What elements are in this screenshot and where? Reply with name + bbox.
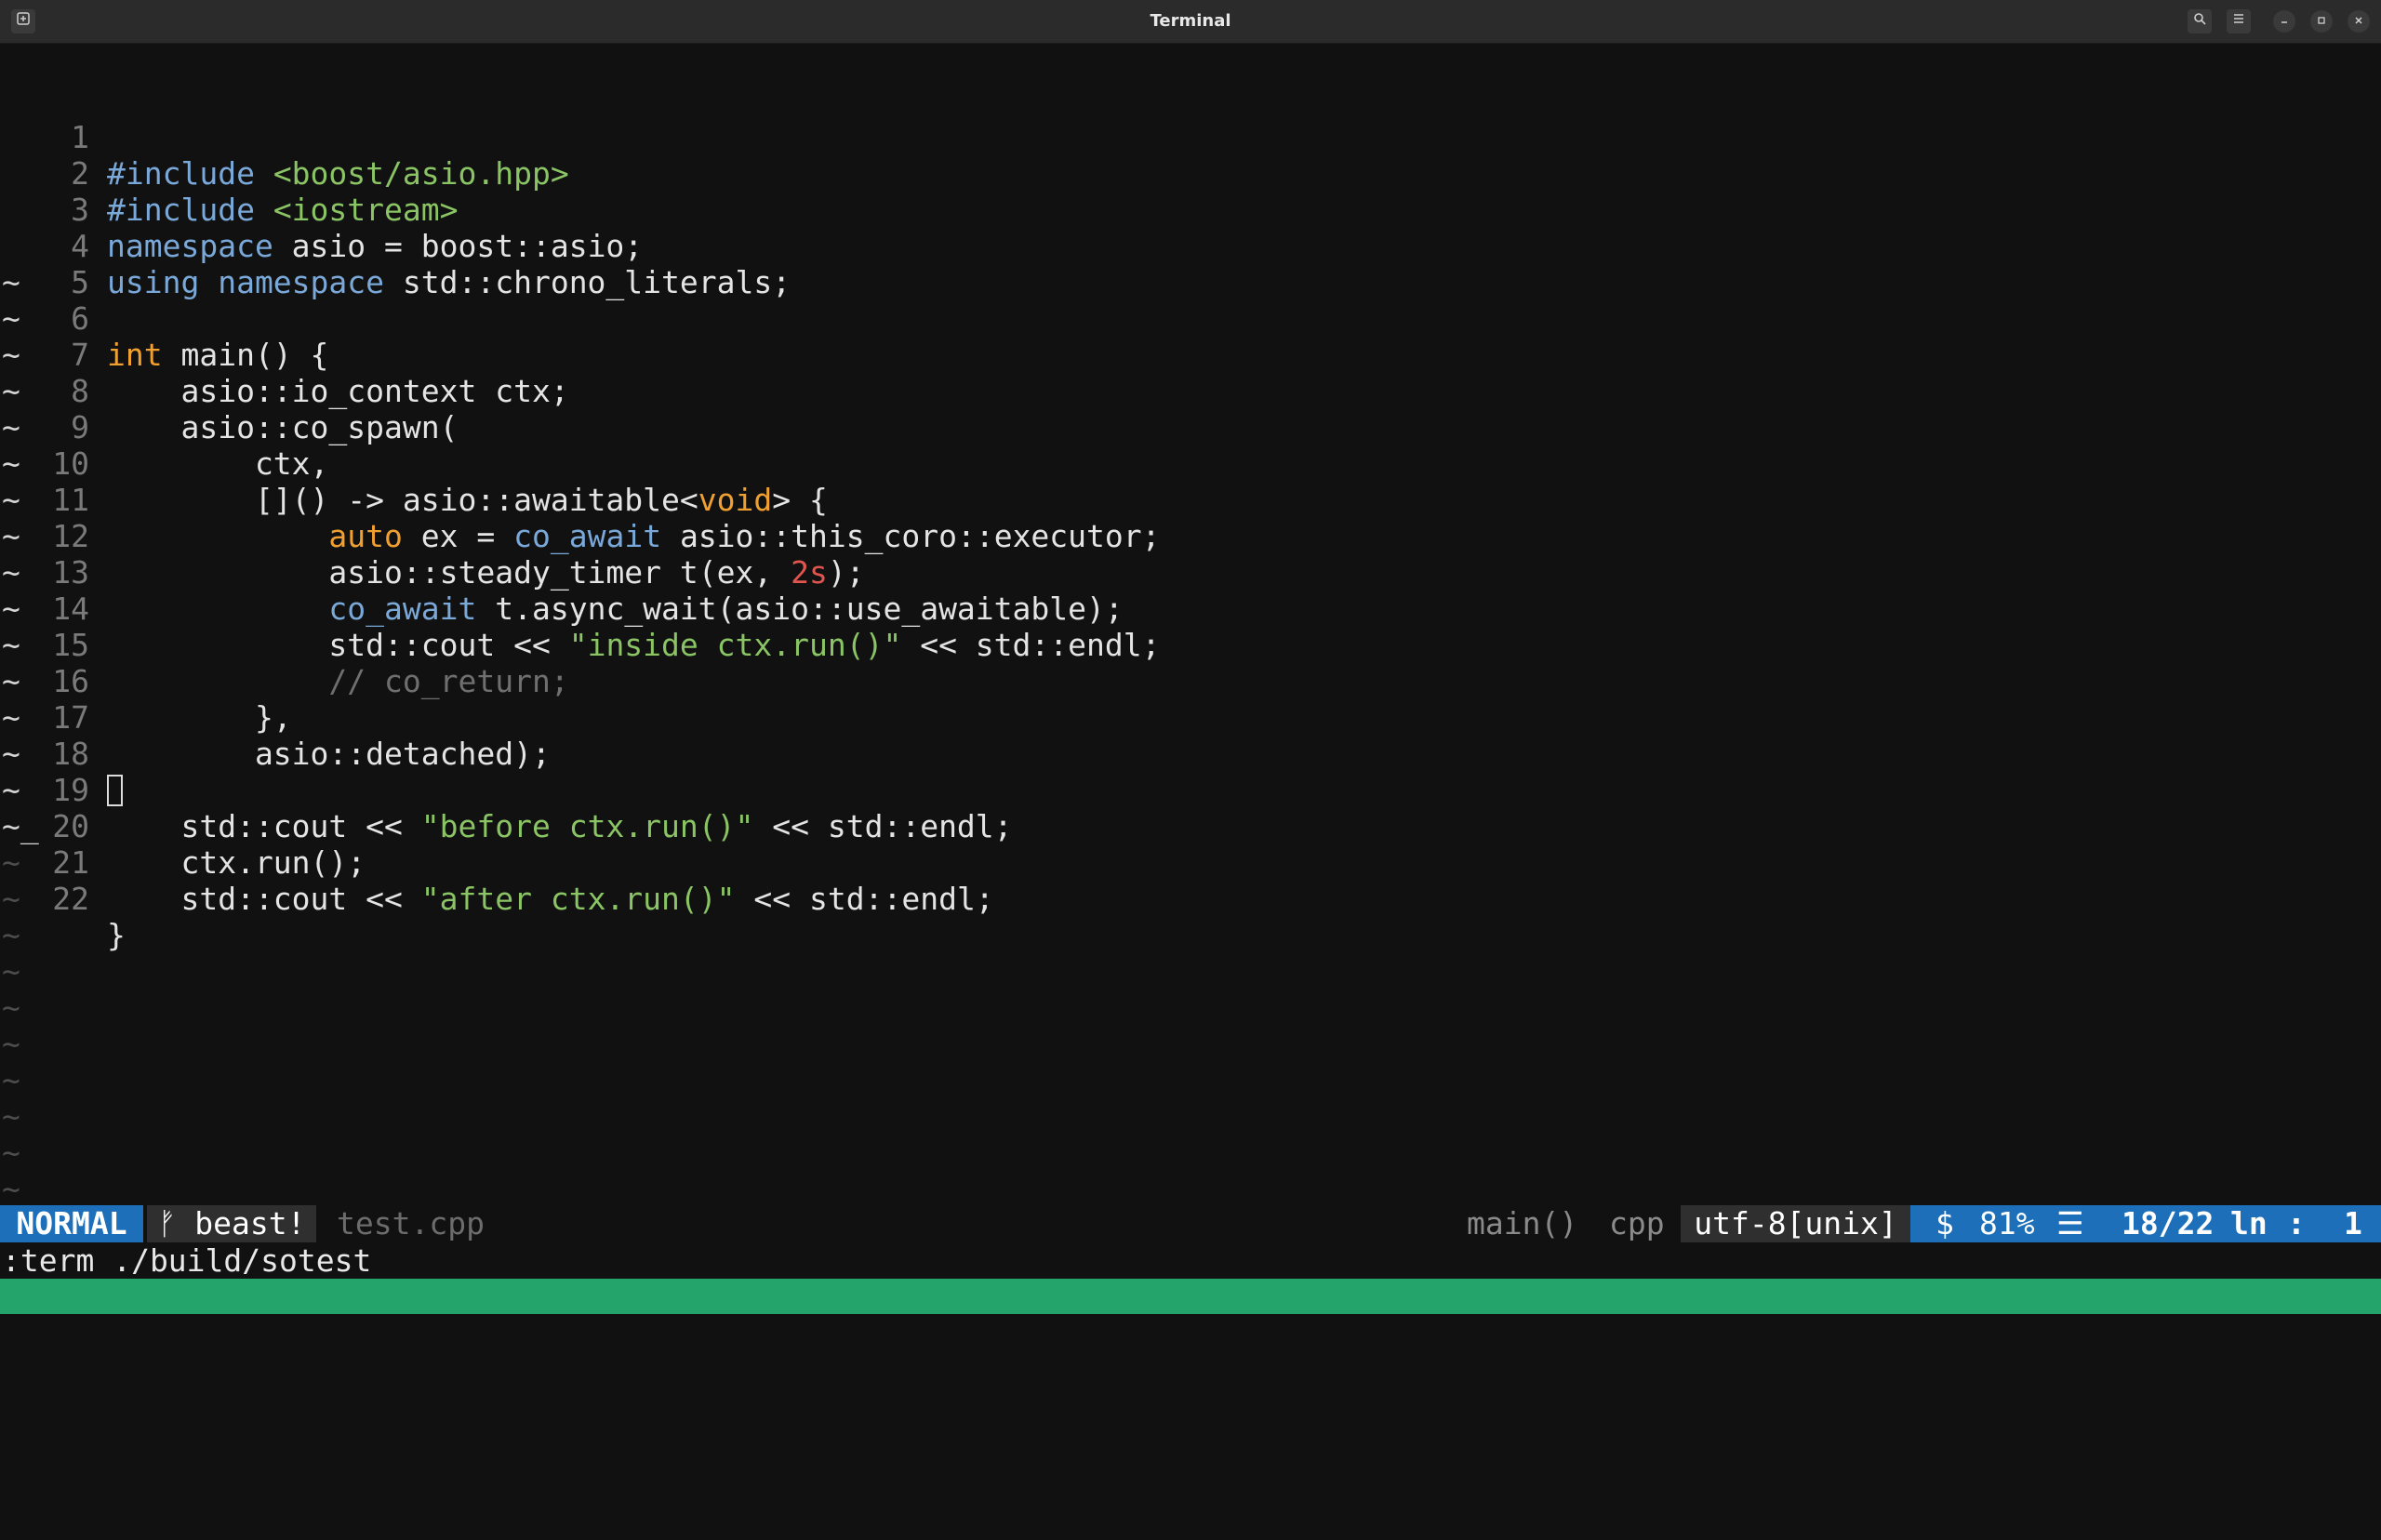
titlebar: Terminal [0, 0, 2381, 44]
tmux-windows[interactable]: [so] 0:vim* 2:bash-Z [2, 1314, 360, 1349]
file-encoding: utf-8[unix] [1681, 1205, 1910, 1242]
mode-indicator: NORMAL [0, 1205, 143, 1242]
code-line: ~_ 21 std::cout << "after ctx.run()" << … [0, 772, 2381, 917]
code-line: ~ 8 asio::co_spawn( [0, 300, 2381, 445]
tmux-statusbar: [so] 0:vim* 2:bash-Z "desktop" 03:05 22-… [0, 1279, 2381, 1385]
code-line: ~ 9 ctx, [0, 337, 2381, 482]
code-line: 3 namespace asio = boost::asio; [0, 119, 2381, 264]
code-line: ~ 7 asio::io_context ctx; [0, 264, 2381, 409]
code-line: ~ 19 std::cout << "before ctx.run()" << … [0, 699, 2381, 844]
maximize-icon[interactable] [2310, 10, 2333, 33]
file-name: test.cpp [337, 1205, 485, 1241]
vim-statusline: NORMAL ᚠ beast! test.cpp main() cpp utf-… [0, 1205, 2381, 1242]
code-line: ~ 17 asio::detached); [0, 627, 2381, 772]
code-line: 2 #include <iostream> [0, 83, 2381, 228]
empty-line-marker: ~ [2, 989, 20, 1026]
line-position: 18/22 [2122, 1205, 2215, 1241]
code-line: ~ 15 // co_return; [0, 554, 2381, 699]
code-line: ~ 11 auto ex = co_await asio::this_coro:… [0, 409, 2381, 554]
git-branch: ᚠ beast! [147, 1205, 316, 1242]
code-line: 1 #include <boost/asio.hpp> [0, 46, 2381, 192]
code-line: ~ 6 int main() { [0, 228, 2381, 373]
code-line: ~ 20 ctx.run(); [0, 736, 2381, 881]
column-number: 1 [2344, 1205, 2362, 1241]
code-line: ~ 14 std::cout << "inside ctx.run()" << … [0, 518, 2381, 663]
empty-line-marker: ~ [2, 1026, 20, 1062]
empty-line-marker: ~ [2, 917, 20, 953]
vim-editor[interactable]: 1 #include <boost/asio.hpp> 2 #include <… [0, 46, 2381, 1207]
code-line: 4 using namespace std::chrono_literals; [0, 155, 2381, 300]
minimize-icon[interactable] [2273, 10, 2295, 33]
ln-label: ln [2230, 1205, 2268, 1241]
empty-line-marker: ~ [2, 1171, 20, 1207]
code-line: ~ 13 co_await t.async_wait(asio::use_awa… [0, 482, 2381, 627]
file-type: cpp [1609, 1205, 1665, 1241]
empty-line-marker: ~ [2, 844, 20, 881]
hamburger-menu-icon[interactable] [2227, 9, 2251, 33]
current-function: main() [1467, 1205, 1578, 1241]
scroll-percent: 81% [1979, 1205, 2035, 1241]
window-title: Terminal [1150, 11, 1231, 31]
empty-line-marker: ~ [2, 881, 20, 917]
close-icon[interactable] [2348, 10, 2370, 33]
code-line: 22 } [0, 808, 2381, 953]
empty-line-marker: ~ [2, 1135, 20, 1171]
command-line[interactable]: :term ./build/sotest [2, 1242, 371, 1280]
colon-separator: : [2287, 1205, 2306, 1241]
search-icon[interactable] [2188, 9, 2212, 33]
code-line: ~ 12 asio::steady_timer t(ex, 2s); [0, 445, 2381, 591]
tmux-host-clock: "desktop" 03:05 22-mrt-23 [1929, 1349, 2377, 1385]
code-line: ~ 10 []() -> asio::awaitable<void> { [0, 373, 2381, 518]
lines-icon: ☰ [2056, 1205, 2084, 1241]
code-line: ~ 16 }, [0, 591, 2381, 736]
dollar-indicator: $ [1935, 1205, 1954, 1241]
cursor-position: $ 81% ☰ 18/22 ln : 1 [1910, 1205, 2381, 1242]
empty-line-marker: ~ [2, 1062, 20, 1098]
empty-line-marker: ~ [2, 953, 20, 989]
empty-line-marker: ~ [2, 1098, 20, 1135]
code-line: 5 [0, 192, 2381, 300]
code-line: ~ 18 [0, 663, 2381, 806]
